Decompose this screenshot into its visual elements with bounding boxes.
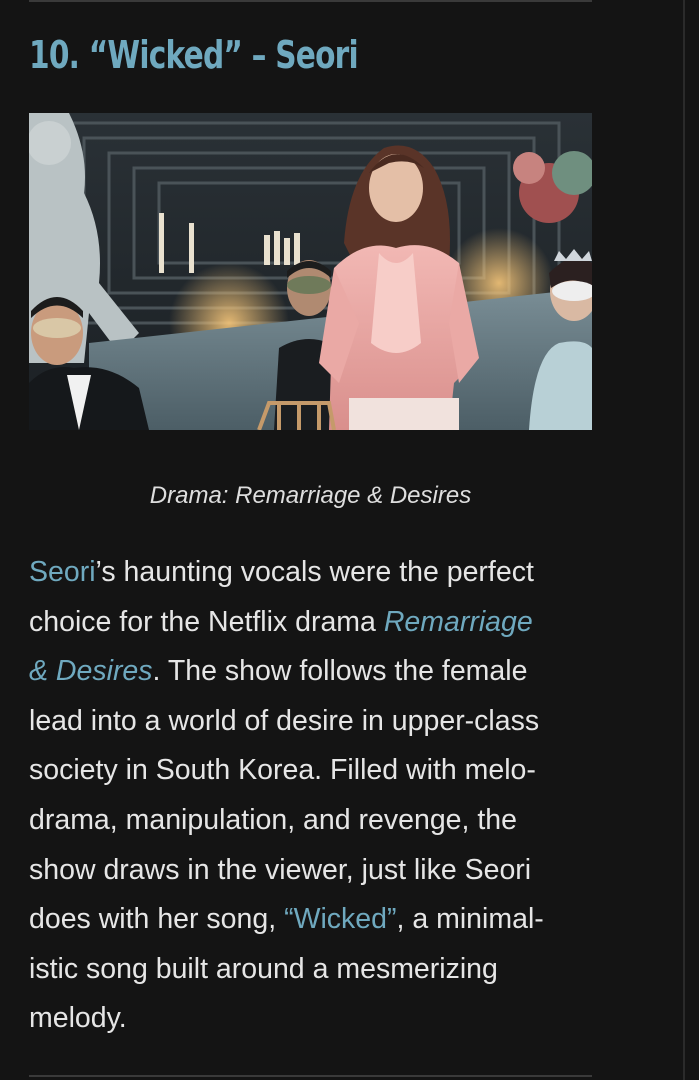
- seori-link[interactable]: Seori: [29, 556, 96, 588]
- article-page: 10. “Wicked” – Seori Drama: Remarriage &…: [0, 0, 699, 1080]
- section-heading: 10. “Wicked” – Seori: [29, 33, 359, 77]
- bottom-divider: [29, 1075, 592, 1077]
- text-run: ’s haunting vocals were the perfect: [95, 556, 534, 588]
- text-run: . The show follows the female: [152, 655, 528, 688]
- drama-still-illustration: [29, 113, 592, 430]
- text-run: , a minimal-: [396, 903, 544, 936]
- wicked-song-link[interactable]: “Wicked”: [284, 903, 396, 935]
- paragraph-line: & Desires. The show follows the female: [29, 647, 629, 697]
- paragraph-line: society in South Korea. Filled with melo…: [29, 754, 536, 787]
- paragraph-line: show draws in the viewer, just like Seor…: [29, 853, 532, 886]
- page-edge: [683, 0, 685, 1080]
- drama-title-link-cont[interactable]: & Desires: [29, 655, 153, 687]
- paragraph-line: choice for the Netflix drama Remarriage: [29, 598, 629, 648]
- paragraph-line: drama, manipulation, and revenge, the: [29, 803, 517, 836]
- article-paragraph: Seori’s haunting vocals were the perfect…: [29, 548, 629, 1044]
- image-caption: Drama: Remarriage & Desires: [149, 482, 472, 509]
- text-run: does with her song,: [29, 903, 285, 936]
- paragraph-line: Seori’s haunting vocals were the perfect: [29, 548, 629, 598]
- paragraph-line: melody.: [29, 1002, 127, 1035]
- top-divider: [29, 0, 592, 2]
- paragraph-line: lead into a world of desire in upper-cla…: [29, 704, 540, 737]
- drama-title-link[interactable]: Remarriage: [384, 606, 533, 638]
- drama-still-image[interactable]: [29, 113, 592, 430]
- paragraph-line: does with her song, “Wicked”, a minimal-: [29, 895, 629, 945]
- paragraph-line: istic song built around a mesmerizing: [29, 952, 498, 985]
- text-run: choice for the Netflix drama: [29, 605, 384, 638]
